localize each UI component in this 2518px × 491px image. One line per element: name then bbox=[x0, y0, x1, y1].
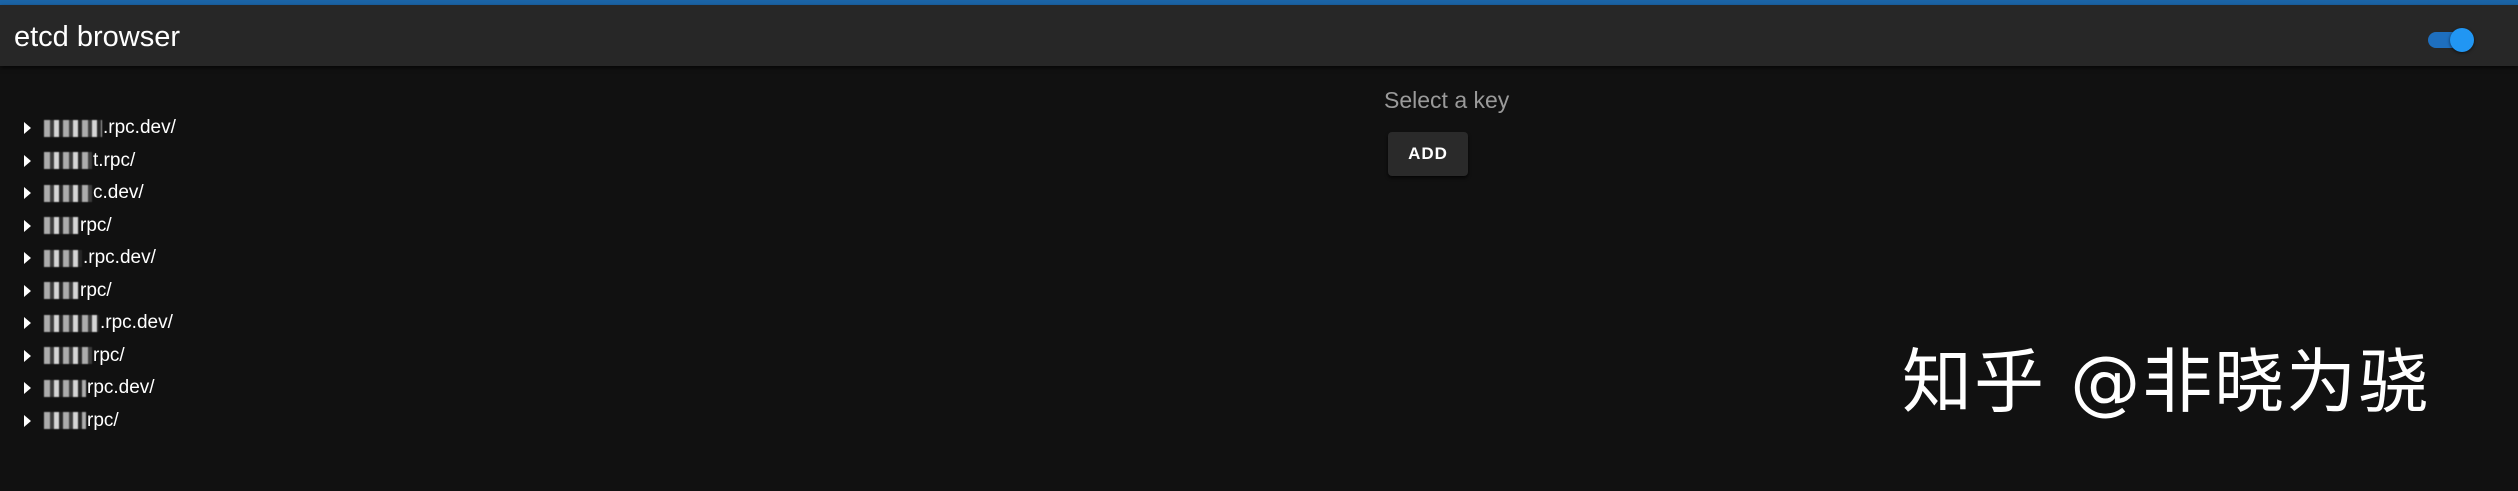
tree-item-label: rpc/ bbox=[80, 214, 112, 236]
redacted-text bbox=[44, 347, 92, 365]
caret-right-icon[interactable] bbox=[24, 219, 31, 232]
redacted-text bbox=[44, 412, 86, 430]
tree-item[interactable]: .rpc.dev/ bbox=[20, 242, 176, 275]
tree-item[interactable]: .rpc.dev/ bbox=[20, 307, 176, 340]
tree-item-label: rpc.dev/ bbox=[87, 377, 155, 399]
tree-item-label: .rpc.dev/ bbox=[103, 117, 176, 139]
key-tree: .rpc.dev/ t.rpc/ c.dev/ rpc/ .rpc.dev/ r… bbox=[20, 112, 176, 437]
tree-item[interactable]: t.rpc/ bbox=[20, 145, 176, 178]
tree-item[interactable]: rpc/ bbox=[20, 210, 176, 243]
redacted-text bbox=[44, 379, 86, 397]
tree-item[interactable]: c.dev/ bbox=[20, 177, 176, 210]
caret-right-icon[interactable] bbox=[24, 414, 31, 427]
redacted-text bbox=[44, 184, 92, 202]
app-bar: etcd browser bbox=[0, 5, 2518, 66]
caret-right-icon[interactable] bbox=[24, 187, 31, 200]
caret-right-icon[interactable] bbox=[24, 252, 31, 265]
add-button[interactable]: ADD bbox=[1388, 132, 1468, 176]
redacted-text bbox=[44, 152, 92, 170]
caret-right-icon[interactable] bbox=[24, 122, 31, 135]
select-key-prompt: Select a key bbox=[1384, 87, 1510, 113]
tree-item[interactable]: rpc/ bbox=[20, 405, 176, 438]
redacted-text bbox=[44, 119, 102, 137]
tree-item-label: rpc/ bbox=[80, 279, 112, 301]
tree-item-label: .rpc.dev/ bbox=[100, 312, 173, 334]
tree-item-label: t.rpc/ bbox=[93, 149, 136, 171]
toggle-thumb bbox=[2450, 28, 2474, 52]
tree-item[interactable]: rpc.dev/ bbox=[20, 372, 176, 405]
theme-toggle[interactable] bbox=[2428, 28, 2474, 52]
caret-right-icon[interactable] bbox=[24, 154, 31, 167]
redacted-text bbox=[44, 314, 99, 332]
caret-right-icon[interactable] bbox=[24, 317, 31, 330]
tree-item[interactable]: rpc/ bbox=[20, 340, 176, 373]
tree-item-label: .rpc.dev/ bbox=[83, 247, 156, 269]
tree-item-label: c.dev/ bbox=[93, 182, 144, 204]
watermark: 知乎 @非晓为骁 bbox=[1902, 341, 2431, 423]
redacted-text bbox=[44, 249, 82, 267]
caret-right-icon[interactable] bbox=[24, 349, 31, 362]
tree-item[interactable]: .rpc.dev/ bbox=[20, 112, 176, 145]
tree-item-label: rpc/ bbox=[93, 344, 125, 366]
caret-right-icon[interactable] bbox=[24, 382, 31, 395]
tree-item[interactable]: rpc/ bbox=[20, 275, 176, 308]
redacted-text bbox=[44, 282, 79, 300]
caret-right-icon[interactable] bbox=[24, 284, 31, 297]
app-title: etcd browser bbox=[14, 21, 181, 53]
redacted-text bbox=[44, 217, 79, 235]
tree-item-label: rpc/ bbox=[87, 409, 119, 431]
